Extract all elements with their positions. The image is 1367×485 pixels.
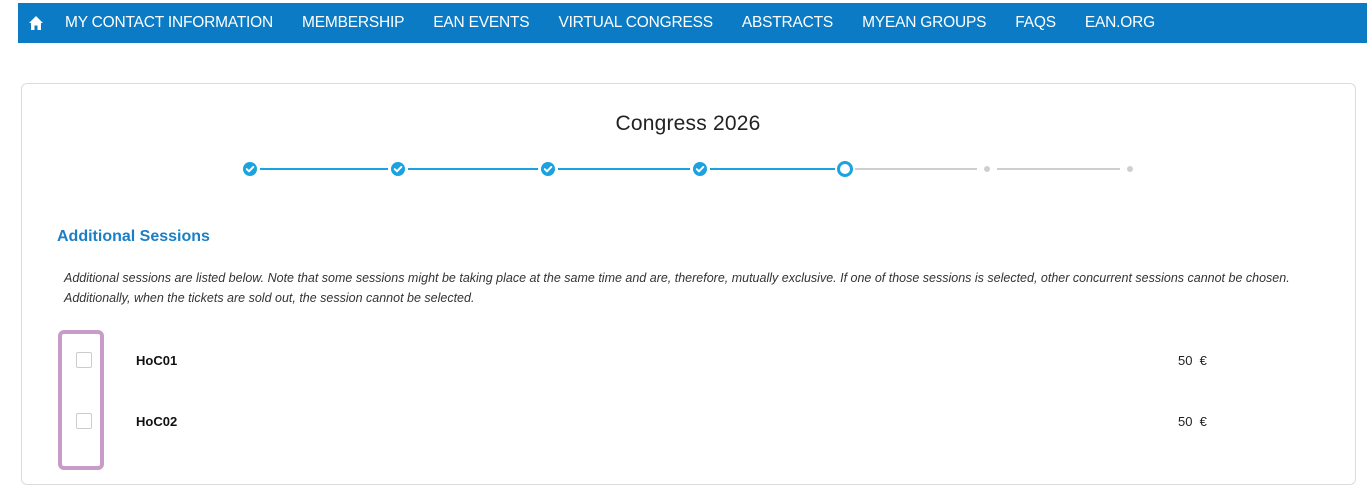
step-connector xyxy=(260,168,388,170)
step-connector xyxy=(710,168,835,170)
step-current-indicator xyxy=(837,161,853,177)
step-complete-check-icon xyxy=(693,162,707,176)
nav-item-faqs[interactable]: FAQS xyxy=(1015,14,1056,32)
nav-item-ean-events[interactable]: EAN EVENTS xyxy=(433,14,529,32)
session-price: 50 € xyxy=(1178,353,1207,368)
top-navigation-bar: MY CONTACT INFORMATION MEMBERSHIP EAN EV… xyxy=(18,3,1367,43)
nav-item-my-contact-information[interactable]: MY CONTACT INFORMATION xyxy=(65,14,273,32)
step-connector xyxy=(408,168,538,170)
step-complete-check-icon xyxy=(391,162,405,176)
session-name: HoC02 xyxy=(136,414,178,429)
step-pending-dot xyxy=(984,166,990,172)
section-description: Additional sessions are listed below. No… xyxy=(64,271,1290,305)
step-pending-dot xyxy=(1127,166,1133,172)
checkbox-highlight xyxy=(58,330,104,470)
page-title: Congress 2026 xyxy=(615,112,761,135)
section-heading: Additional Sessions xyxy=(57,228,210,245)
step-connector xyxy=(558,168,690,170)
session-name: HoC01 xyxy=(136,353,178,368)
step-connector xyxy=(997,168,1120,170)
session-checkbox-hoc02[interactable] xyxy=(76,413,92,429)
step-complete-check-icon xyxy=(243,162,257,176)
nav-item-myean-groups[interactable]: MYEAN GROUPS xyxy=(862,14,986,32)
step-complete-check-icon xyxy=(541,162,555,176)
step-connector xyxy=(855,168,977,170)
nav-item-virtual-congress[interactable]: VIRTUAL CONGRESS xyxy=(558,14,713,32)
nav-item-membership[interactable]: MEMBERSHIP xyxy=(302,14,404,32)
session-price: 50 € xyxy=(1178,414,1207,429)
home-icon xyxy=(29,16,43,30)
nav-item-abstracts[interactable]: ABSTRACTS xyxy=(742,14,833,32)
nav-item-ean-org[interactable]: EAN.ORG xyxy=(1085,14,1155,32)
session-checkbox-hoc01[interactable] xyxy=(76,352,92,368)
home-button[interactable] xyxy=(20,3,52,43)
